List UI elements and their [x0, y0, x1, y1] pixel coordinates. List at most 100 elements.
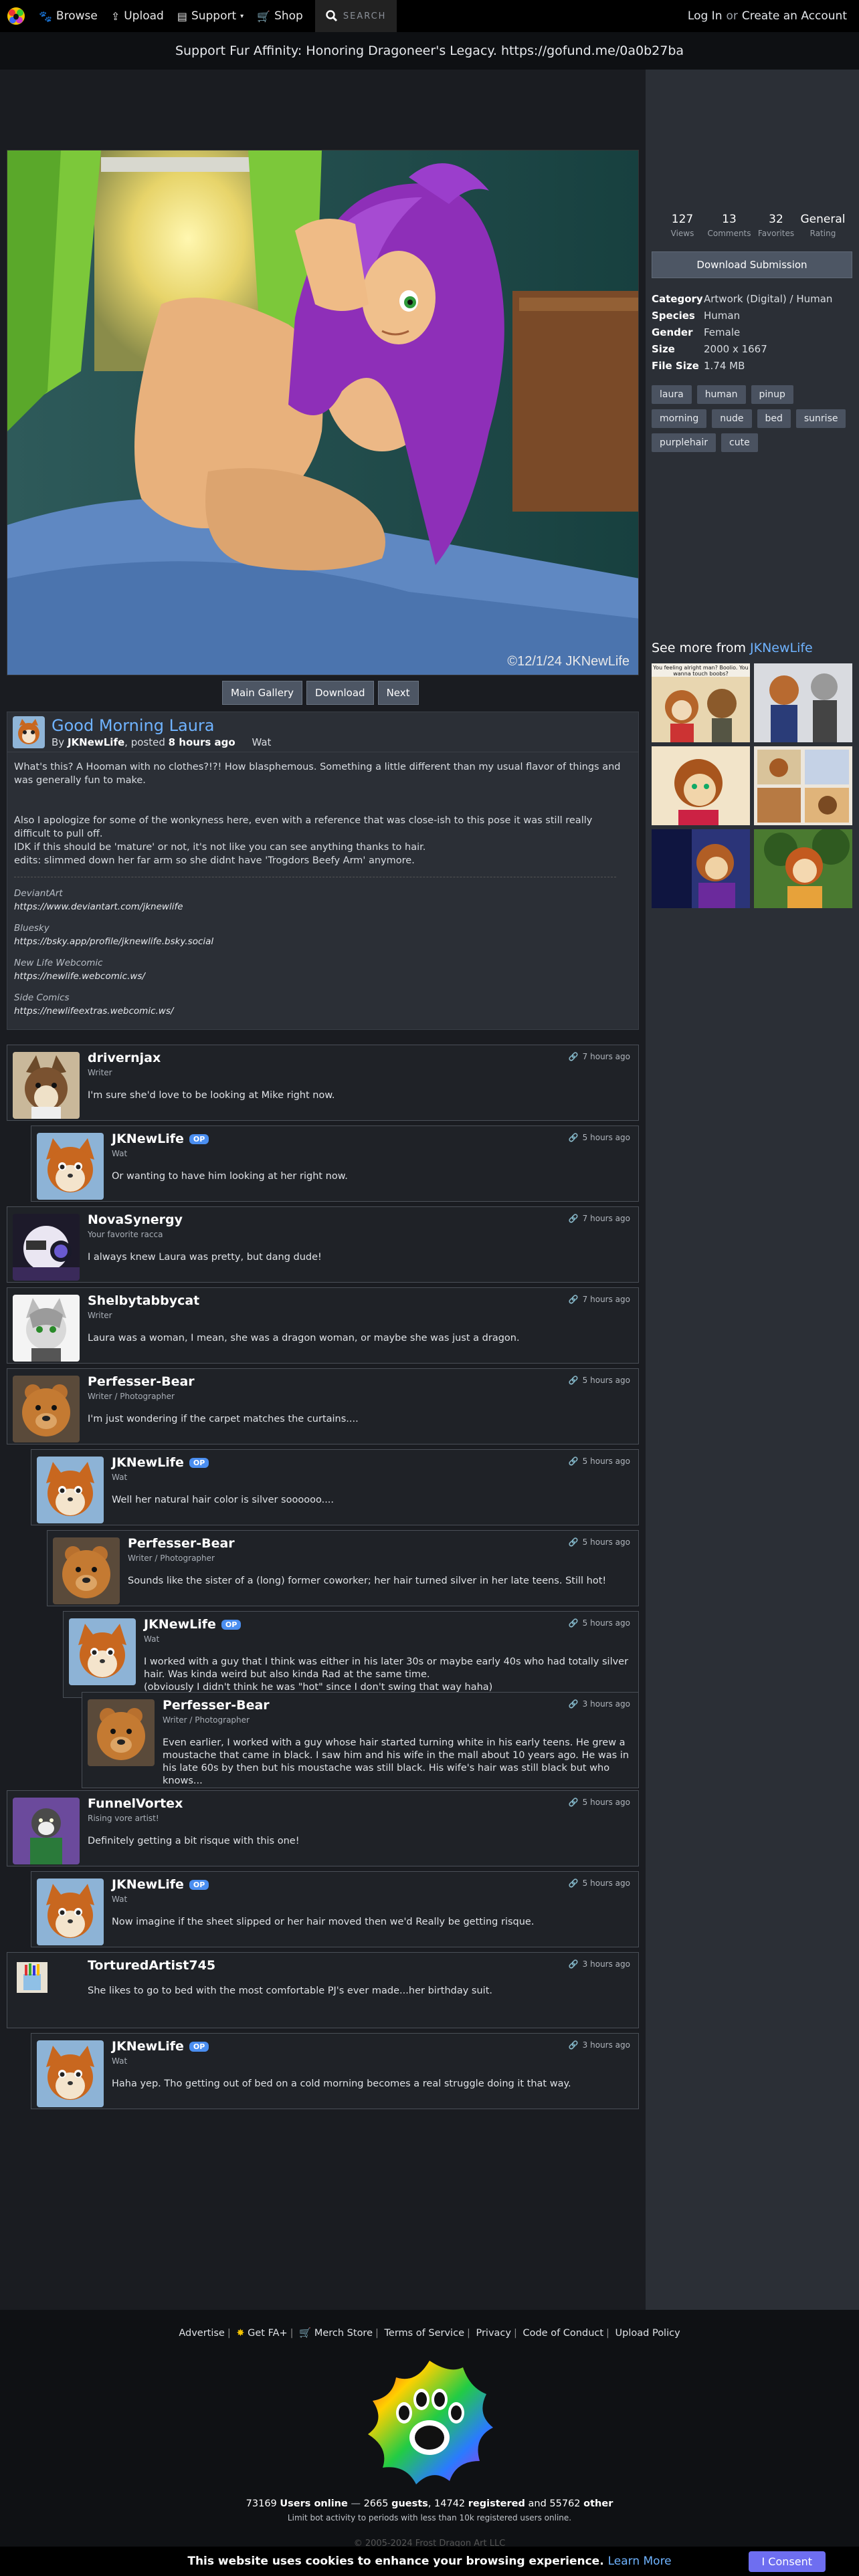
- guests-label: guests: [391, 2498, 428, 2509]
- link-icon[interactable]: 🔗: [569, 1052, 579, 1061]
- main-gallery-button[interactable]: Main Gallery: [222, 681, 302, 705]
- tag[interactable]: nude: [712, 409, 752, 428]
- submission-image[interactable]: ©12/1/24 JKNewLife: [7, 150, 639, 675]
- terms-link[interactable]: Terms of Service: [385, 2328, 464, 2339]
- commenter-name[interactable]: JKNewLife OP: [112, 1877, 632, 1892]
- tag[interactable]: cute: [721, 433, 758, 452]
- commenter-name[interactable]: JKNewLife OP: [112, 2039, 632, 2054]
- commenter-title: Writer / Photographer: [128, 1553, 215, 1563]
- link-icon[interactable]: 🔗: [569, 1798, 579, 1807]
- comment-text: Definitely getting a bit risque with thi…: [88, 1836, 300, 1846]
- author-link[interactable]: JKNewLife: [68, 736, 124, 748]
- comment: Perfesser-Bear Writer / Photographer Sound…: [47, 1530, 639, 1606]
- download-button[interactable]: Download: [306, 681, 374, 705]
- link-icon[interactable]: 🔗: [569, 1618, 579, 1628]
- commenter-name[interactable]: drivernjax: [88, 1051, 632, 1065]
- gallery-thumbnail[interactable]: [754, 746, 852, 825]
- comment: NovaSynergy Your favorite racca I always k…: [7, 1206, 639, 1283]
- external-link[interactable]: https://newlifeextras.webcomic.ws/: [14, 1004, 632, 1018]
- commenter-name[interactable]: JKNewLife OP: [112, 1132, 632, 1146]
- external-link[interactable]: https://bsky.app/profile/jknewlife.bsky.…: [14, 935, 632, 948]
- footer: Advertise | ✸ Get FA+ | 🛒 Merch Store | Ter…: [0, 2310, 859, 2576]
- comment-time: 3 hours ago: [582, 2040, 630, 2050]
- commenter-name[interactable]: Shelbytabbycat: [88, 1293, 632, 1308]
- search-button[interactable]: SEARCH: [314, 0, 397, 32]
- external-link[interactable]: https://newlife.webcomic.ws/: [14, 970, 632, 983]
- learn-more-link[interactable]: Learn More: [608, 2555, 672, 2568]
- commenter-avatar[interactable]: [37, 1133, 104, 1200]
- login-link[interactable]: Log In: [688, 9, 723, 23]
- comments-value: 13: [722, 213, 737, 226]
- tag[interactable]: laura: [652, 385, 692, 404]
- tag[interactable]: bed: [757, 409, 791, 428]
- commenter-avatar[interactable]: [13, 1052, 80, 1119]
- cookie-message: This website uses cookies to enhance you…: [0, 2555, 859, 2568]
- link-icon[interactable]: 🔗: [569, 1537, 579, 1547]
- link-icon[interactable]: 🔗: [569, 1295, 579, 1304]
- privacy-link[interactable]: Privacy: [476, 2328, 511, 2339]
- commenter-avatar[interactable]: [13, 1798, 80, 1864]
- commenter-name[interactable]: JKNewLife OP: [112, 1455, 632, 1470]
- gallery-thumbnail[interactable]: [652, 746, 750, 825]
- commenter-name[interactable]: JKNewLife OP: [144, 1617, 632, 1632]
- get-fa-plus-link[interactable]: Get FA+: [248, 2328, 288, 2339]
- support-banner[interactable]: Support Fur Affinity: Honoring Dragoneer…: [0, 32, 859, 70]
- link-icon[interactable]: 🔗: [569, 1133, 579, 1142]
- gallery-thumbnail[interactable]: [754, 663, 852, 742]
- tag[interactable]: human: [696, 385, 746, 404]
- commenter-avatar[interactable]: [13, 1376, 80, 1442]
- next-button[interactable]: Next: [377, 681, 419, 705]
- commenter-avatar[interactable]: [13, 1214, 80, 1281]
- comment-text: Well her natural hair color is silver so…: [112, 1495, 335, 1505]
- commenter-avatar[interactable]: [37, 2040, 104, 2107]
- favorites-value: 32: [769, 213, 783, 226]
- external-link[interactable]: https://www.deviantart.com/jknewlife: [14, 900, 632, 914]
- chevron-down-icon: ▾: [240, 12, 244, 20]
- tag[interactable]: pinup: [751, 385, 793, 404]
- upload-policy-link[interactable]: Upload Policy: [615, 2328, 680, 2339]
- browse-link[interactable]: 🐾 Browse: [32, 0, 104, 32]
- support-menu[interactable]: ▤ Support ▾: [171, 0, 250, 32]
- advertise-link[interactable]: Advertise: [179, 2328, 225, 2339]
- create-account-link[interactable]: Create an Account: [742, 9, 847, 23]
- commenter-name[interactable]: Perfesser-Bear: [163, 1698, 632, 1713]
- link-icon[interactable]: 🔗: [569, 1214, 579, 1223]
- see-more-user-link[interactable]: JKNewLife: [750, 641, 813, 655]
- link-icon[interactable]: 🔗: [569, 1376, 579, 1385]
- commenter-name[interactable]: FunnelVortex: [88, 1796, 632, 1811]
- commenter-name[interactable]: TorturedArtist745: [88, 1958, 632, 1973]
- tag[interactable]: purplehair: [652, 433, 717, 452]
- download-submission-button[interactable]: Download Submission: [652, 251, 852, 278]
- commenter-avatar[interactable]: [37, 1879, 104, 1945]
- commenter-avatar[interactable]: [69, 1618, 136, 1685]
- shop-link[interactable]: 🛒 Shop: [250, 0, 310, 32]
- link-icon[interactable]: 🔗: [569, 1457, 579, 1466]
- gallery-thumbnail[interactable]: You feeling alright man? Boolio. You wan…: [652, 663, 750, 742]
- gallery-thumbnail[interactable]: [652, 829, 750, 908]
- commenter-avatar[interactable]: [88, 1699, 155, 1766]
- link-icon[interactable]: 🔗: [569, 1879, 579, 1888]
- tag[interactable]: sunrise: [795, 409, 846, 428]
- link-icon[interactable]: 🔗: [569, 2040, 579, 2050]
- commenter-avatar[interactable]: [53, 1537, 120, 1604]
- commenter-avatar[interactable]: [37, 1457, 104, 1523]
- gallery-thumbnail[interactable]: [754, 829, 852, 908]
- upload-link[interactable]: ⇪ Upload: [104, 0, 171, 32]
- commenter-name[interactable]: Perfesser-Bear: [88, 1374, 632, 1389]
- commenter-name[interactable]: Perfesser-Bear: [128, 1536, 632, 1551]
- link-icon[interactable]: 🔗: [569, 1959, 579, 1969]
- link-icon[interactable]: 🔗: [569, 1699, 579, 1709]
- fa-logo-icon[interactable]: [0, 0, 32, 32]
- comment-text: Even earlier, I worked with a guy whose …: [163, 1737, 630, 1786]
- consent-button[interactable]: I Consent: [748, 2551, 826, 2572]
- commenter-title: Writer: [88, 1068, 112, 1077]
- commenter-avatar[interactable]: [13, 1295, 80, 1362]
- code-of-conduct-link[interactable]: Code of Conduct: [522, 2328, 603, 2339]
- see-more-prefix: See more from: [652, 641, 750, 655]
- author-avatar[interactable]: [13, 716, 45, 748]
- commenter-avatar[interactable]: [13, 1959, 49, 1996]
- comment: JKNewLife OP Wat Or wanting to have him loo…: [31, 1125, 639, 1202]
- commenter-name[interactable]: NovaSynergy: [88, 1212, 632, 1227]
- merch-store-link[interactable]: Merch Store: [314, 2328, 373, 2339]
- tag[interactable]: morning: [652, 409, 707, 428]
